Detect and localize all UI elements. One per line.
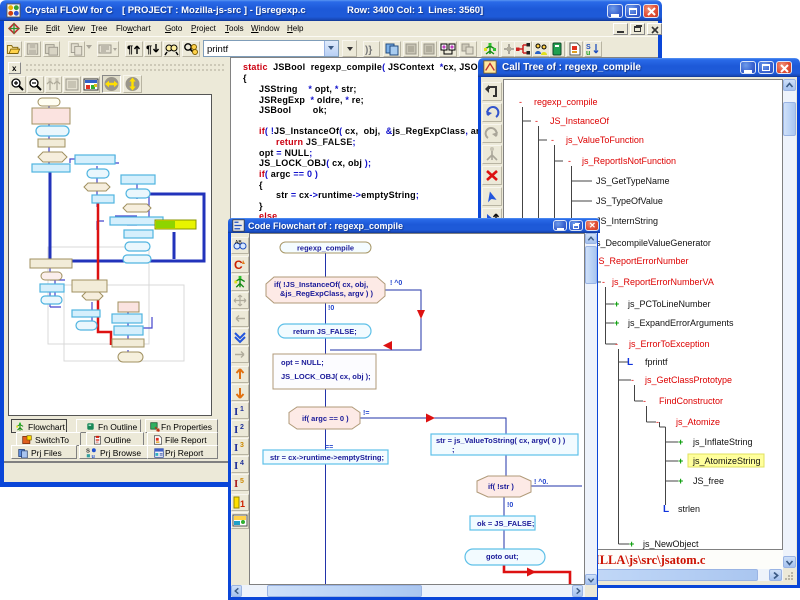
svg-text:strlen: strlen bbox=[678, 504, 700, 514]
svg-text:C: C bbox=[234, 258, 243, 272]
svg-text:ok = JS_FALSE;: ok = JS_FALSE; bbox=[477, 519, 534, 528]
svg-text:if( !JS_InstanceOf( cx, obj,: if( !JS_InstanceOf( cx, obj, bbox=[274, 280, 368, 289]
svg-text:str = js_ValueToString( cx, ar: str = js_ValueToString( cx, argv( 0 ) ) bbox=[436, 436, 566, 445]
svg-text:&js_RegExpClass, argv ) ): &js_RegExpClass, argv ) ) bbox=[280, 289, 373, 298]
svg-text:JS_LOCK_OBJ( cx, obj );: JS_LOCK_OBJ( cx, obj ); bbox=[281, 372, 371, 381]
svg-text:js_ReportIsNotFunction: js_ReportIsNotFunction bbox=[581, 156, 676, 166]
svg-text:5: 5 bbox=[240, 478, 244, 485]
svg-text:! ^0: ! ^0 bbox=[390, 279, 402, 287]
svg-text:-: - bbox=[615, 339, 618, 349]
svg-text:-: - bbox=[568, 156, 571, 166]
svg-text:! ^0.: ! ^0. bbox=[534, 478, 548, 486]
svg-text:str = cx->runtime->emptyString: str = cx->runtime->emptyString; bbox=[270, 453, 384, 462]
svg-text:2: 2 bbox=[240, 424, 244, 431]
svg-text:js_GetClassPrototype: js_GetClassPrototype bbox=[644, 375, 732, 385]
svg-text:JS_InternString: JS_InternString bbox=[596, 216, 658, 226]
svg-text:js_PCToLineNumber: js_PCToLineNumber bbox=[627, 299, 711, 309]
svg-text:I: I bbox=[234, 478, 238, 490]
svg-text:JS_ReportErrorNumber: JS_ReportErrorNumber bbox=[594, 256, 689, 266]
svg-text:fprintf: fprintf bbox=[645, 357, 668, 367]
svg-text:-: - bbox=[643, 396, 646, 406]
svg-text:JS_TypeOfValue: JS_TypeOfValue bbox=[596, 196, 663, 206]
svg-text:+: + bbox=[629, 539, 634, 549]
svg-text:+: + bbox=[678, 437, 683, 447]
svg-text:-: - bbox=[631, 375, 634, 385]
svg-text:JS_GetTypeName: JS_GetTypeName bbox=[596, 176, 670, 186]
svg-text:regexp_compile: regexp_compile bbox=[534, 97, 598, 107]
svg-text:I: I bbox=[234, 442, 238, 454]
svg-text:js_DecompileValueGenerator: js_DecompileValueGenerator bbox=[593, 238, 711, 248]
svg-text:goto out;: goto out; bbox=[486, 552, 518, 561]
svg-text:!0: !0 bbox=[507, 502, 513, 509]
svg-text:L: L bbox=[663, 504, 669, 515]
svg-text:S: S bbox=[86, 449, 90, 455]
svg-text:==: == bbox=[325, 444, 333, 451]
svg-text:L: L bbox=[627, 357, 633, 368]
svg-text:4: 4 bbox=[240, 460, 244, 467]
svg-text:js_Atomize: js_Atomize bbox=[675, 417, 720, 427]
svg-text:js_InflateString: js_InflateString bbox=[692, 437, 753, 447]
svg-text:¶: ¶ bbox=[127, 44, 133, 56]
svg-text:JS_free: JS_free bbox=[693, 476, 724, 486]
svg-text:FindConstructor: FindConstructor bbox=[659, 396, 723, 406]
svg-text:-: - bbox=[551, 135, 554, 145]
svg-text:I: I bbox=[234, 424, 238, 436]
svg-text:1: 1 bbox=[240, 406, 244, 413]
svg-text:!0: !0 bbox=[328, 305, 334, 312]
svg-text:+: + bbox=[678, 456, 683, 466]
svg-text:)}: )} bbox=[365, 45, 372, 56]
svg-text:if( !str ): if( !str ) bbox=[488, 482, 514, 491]
svg-text:I: I bbox=[234, 460, 238, 472]
svg-text:-: - bbox=[535, 116, 538, 126]
svg-text:1: 1 bbox=[240, 499, 245, 509]
svg-text:;: ; bbox=[452, 445, 455, 454]
svg-text:js_ReportErrorNumberVA: js_ReportErrorNumberVA bbox=[611, 277, 714, 287]
svg-text:AB: AB bbox=[235, 240, 242, 246]
svg-text:return JS_FALSE;: return JS_FALSE; bbox=[293, 327, 357, 336]
svg-text:-: - bbox=[519, 97, 522, 107]
svg-text:if( argc == 0 ): if( argc == 0 ) bbox=[302, 414, 349, 423]
svg-text:u: u bbox=[92, 454, 95, 459]
svg-text:regexp_compile: regexp_compile bbox=[297, 244, 354, 253]
svg-text:js_ErrorToException: js_ErrorToException bbox=[628, 339, 710, 349]
svg-text:+: + bbox=[614, 318, 619, 328]
svg-text:js_ExpandErrorArguments: js_ExpandErrorArguments bbox=[627, 318, 734, 328]
svg-text:js_AtomizeString: js_AtomizeString bbox=[692, 456, 761, 466]
svg-text:3: 3 bbox=[240, 442, 244, 449]
svg-text:-: - bbox=[602, 277, 605, 287]
svg-text:js_NewObject: js_NewObject bbox=[642, 539, 699, 549]
svg-text:-: - bbox=[656, 417, 659, 427]
svg-text:opt = NULL;: opt = NULL; bbox=[281, 358, 324, 367]
svg-text:+: + bbox=[614, 299, 619, 309]
svg-text:I: I bbox=[234, 406, 238, 418]
svg-text:+: + bbox=[678, 476, 683, 486]
svg-text:u: u bbox=[586, 50, 590, 56]
svg-text:¶: ¶ bbox=[146, 44, 152, 56]
svg-text:JS_InstanceOf: JS_InstanceOf bbox=[550, 116, 610, 126]
svg-text:!=: != bbox=[363, 410, 369, 417]
svg-text:js_ValueToFunction: js_ValueToFunction bbox=[565, 135, 644, 145]
